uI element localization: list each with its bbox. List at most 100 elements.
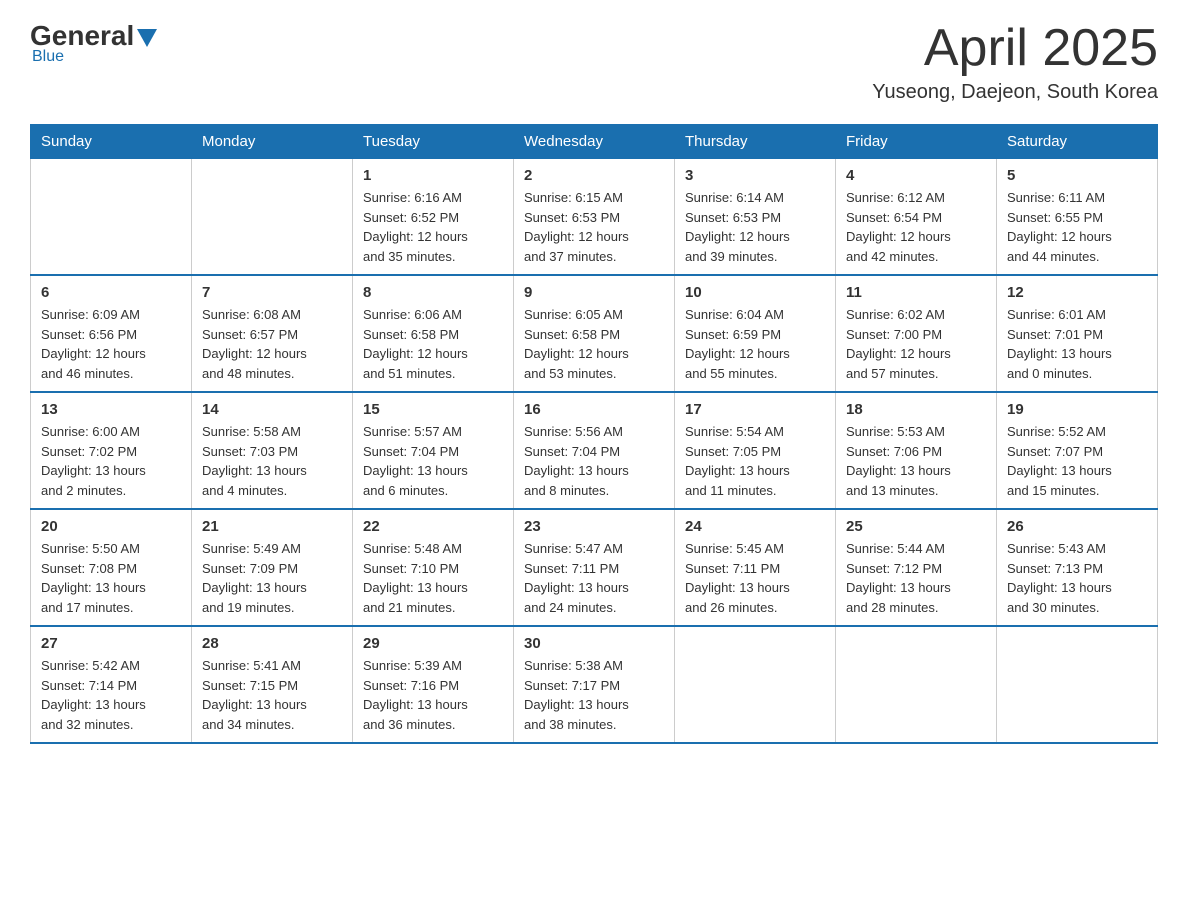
- day-number: 15: [363, 401, 503, 418]
- calendar-cell: 14 Sunrise: 5:58 AM Sunset: 7:03 PM Dayli…: [192, 392, 353, 509]
- day-number: 26: [1007, 518, 1147, 535]
- calendar-cell: 30Sunrise: 5:38 AM Sunset: 7:17 PM Dayli…: [514, 626, 675, 743]
- weekday-header-thursday: Thursday: [675, 125, 836, 159]
- day-number: 24: [685, 518, 825, 535]
- day-info: Sunrise: 5:53 AM Sunset: 7:06 PM Dayligh…: [846, 422, 986, 500]
- day-number: 3: [685, 167, 825, 184]
- calendar-table: SundayMondayTuesdayWednesdayThursdayFrid…: [30, 124, 1158, 744]
- day-info: Sunrise: 5:50 AM Sunset: 7:08 PM Dayligh…: [41, 539, 181, 617]
- calendar-cell: 24 Sunrise: 5:45 AM Sunset: 7:11 PM Dayli…: [675, 509, 836, 626]
- day-info: Sunrise: 5:58 AM Sunset: 7:03 PM Dayligh…: [202, 422, 342, 500]
- day-number: 19: [1007, 401, 1147, 418]
- calendar-cell: 23 Sunrise: 5:47 AM Sunset: 7:11 PM Dayli…: [514, 509, 675, 626]
- calendar-cell: 27 Sunrise: 5:42 AM Sunset: 7:14 PM Dayli…: [31, 626, 192, 743]
- day-info: Sunrise: 6:11 AM Sunset: 6:55 PM Dayligh…: [1007, 188, 1147, 266]
- calendar-cell: [675, 626, 836, 743]
- calendar-body: 1Sunrise: 6:16 AM Sunset: 6:52 PM Daylig…: [31, 159, 1158, 744]
- day-number: 10: [685, 284, 825, 301]
- calendar-cell: 6Sunrise: 6:09 AM Sunset: 6:56 PM Daylig…: [31, 275, 192, 392]
- weekday-header-row: SundayMondayTuesdayWednesdayThursdayFrid…: [31, 125, 1158, 159]
- calendar-cell: 19 Sunrise: 5:52 AM Sunset: 7:07 PM Dayli…: [997, 392, 1158, 509]
- day-info: Sunrise: 6:08 AM Sunset: 6:57 PM Dayligh…: [202, 305, 342, 383]
- day-number: 17: [685, 401, 825, 418]
- day-number: 14: [202, 401, 342, 418]
- weekday-header-wednesday: Wednesday: [514, 125, 675, 159]
- calendar-cell: [836, 626, 997, 743]
- logo-blue-text: Blue: [32, 48, 64, 66]
- day-number: 2: [524, 167, 664, 184]
- weekday-header-monday: Monday: [192, 125, 353, 159]
- day-info: Sunrise: 5:54 AM Sunset: 7:05 PM Dayligh…: [685, 422, 825, 500]
- day-number: 1: [363, 167, 503, 184]
- day-number: 12: [1007, 284, 1147, 301]
- calendar-cell: 12 Sunrise: 6:01 AM Sunset: 7:01 PM Dayli…: [997, 275, 1158, 392]
- weekday-header-friday: Friday: [836, 125, 997, 159]
- calendar-cell: 17 Sunrise: 5:54 AM Sunset: 7:05 PM Dayli…: [675, 392, 836, 509]
- weekday-header-tuesday: Tuesday: [353, 125, 514, 159]
- day-number: 16: [524, 401, 664, 418]
- day-info: Sunrise: 6:02 AM Sunset: 7:00 PM Dayligh…: [846, 305, 986, 383]
- day-info: Sunrise: 5:57 AM Sunset: 7:04 PM Dayligh…: [363, 422, 503, 500]
- logo-triangle-icon: [137, 29, 157, 47]
- day-number: 22: [363, 518, 503, 535]
- calendar-cell: 25 Sunrise: 5:44 AM Sunset: 7:12 PM Dayli…: [836, 509, 997, 626]
- page-header: General Blue April 2025 Yuseong, Daejeon…: [30, 20, 1158, 104]
- calendar-cell: 3 Sunrise: 6:14 AM Sunset: 6:53 PM Daylig…: [675, 159, 836, 276]
- day-info: Sunrise: 6:14 AM Sunset: 6:53 PM Dayligh…: [685, 188, 825, 266]
- day-info: Sunrise: 5:42 AM Sunset: 7:14 PM Dayligh…: [41, 656, 181, 734]
- calendar-week-row: 6Sunrise: 6:09 AM Sunset: 6:56 PM Daylig…: [31, 275, 1158, 392]
- calendar-cell: 10 Sunrise: 6:04 AM Sunset: 6:59 PM Dayli…: [675, 275, 836, 392]
- day-info: Sunrise: 5:48 AM Sunset: 7:10 PM Dayligh…: [363, 539, 503, 617]
- calendar-cell: 15 Sunrise: 5:57 AM Sunset: 7:04 PM Dayli…: [353, 392, 514, 509]
- day-info: Sunrise: 5:47 AM Sunset: 7:11 PM Dayligh…: [524, 539, 664, 617]
- day-info: Sunrise: 6:04 AM Sunset: 6:59 PM Dayligh…: [685, 305, 825, 383]
- day-number: 11: [846, 284, 986, 301]
- day-number: 25: [846, 518, 986, 535]
- calendar-cell: 1Sunrise: 6:16 AM Sunset: 6:52 PM Daylig…: [353, 159, 514, 276]
- calendar-cell: 4 Sunrise: 6:12 AM Sunset: 6:54 PM Daylig…: [836, 159, 997, 276]
- day-info: Sunrise: 5:56 AM Sunset: 7:04 PM Dayligh…: [524, 422, 664, 500]
- day-info: Sunrise: 6:01 AM Sunset: 7:01 PM Dayligh…: [1007, 305, 1147, 383]
- calendar-cell: [31, 159, 192, 276]
- day-number: 28: [202, 635, 342, 652]
- page-title: April 2025: [872, 20, 1158, 77]
- calendar-cell: 5 Sunrise: 6:11 AM Sunset: 6:55 PM Daylig…: [997, 159, 1158, 276]
- title-block: April 2025 Yuseong, Daejeon, South Korea: [872, 20, 1158, 104]
- day-number: 27: [41, 635, 181, 652]
- day-info: Sunrise: 5:45 AM Sunset: 7:11 PM Dayligh…: [685, 539, 825, 617]
- calendar-cell: 26 Sunrise: 5:43 AM Sunset: 7:13 PM Dayli…: [997, 509, 1158, 626]
- calendar-cell: 20Sunrise: 5:50 AM Sunset: 7:08 PM Dayli…: [31, 509, 192, 626]
- day-info: Sunrise: 6:15 AM Sunset: 6:53 PM Dayligh…: [524, 188, 664, 266]
- day-info: Sunrise: 5:52 AM Sunset: 7:07 PM Dayligh…: [1007, 422, 1147, 500]
- calendar-week-row: 27 Sunrise: 5:42 AM Sunset: 7:14 PM Dayli…: [31, 626, 1158, 743]
- page-subtitle: Yuseong, Daejeon, South Korea: [872, 81, 1158, 104]
- day-info: Sunrise: 5:41 AM Sunset: 7:15 PM Dayligh…: [202, 656, 342, 734]
- calendar-cell: 28 Sunrise: 5:41 AM Sunset: 7:15 PM Dayli…: [192, 626, 353, 743]
- day-info: Sunrise: 6:09 AM Sunset: 6:56 PM Dayligh…: [41, 305, 181, 383]
- weekday-header-saturday: Saturday: [997, 125, 1158, 159]
- day-info: Sunrise: 5:43 AM Sunset: 7:13 PM Dayligh…: [1007, 539, 1147, 617]
- day-number: 18: [846, 401, 986, 418]
- day-number: 8: [363, 284, 503, 301]
- day-number: 4: [846, 167, 986, 184]
- day-number: 30: [524, 635, 664, 652]
- day-number: 29: [363, 635, 503, 652]
- calendar-week-row: 1Sunrise: 6:16 AM Sunset: 6:52 PM Daylig…: [31, 159, 1158, 276]
- calendar-week-row: 13Sunrise: 6:00 AM Sunset: 7:02 PM Dayli…: [31, 392, 1158, 509]
- day-info: Sunrise: 6:06 AM Sunset: 6:58 PM Dayligh…: [363, 305, 503, 383]
- day-number: 13: [41, 401, 181, 418]
- day-number: 23: [524, 518, 664, 535]
- calendar-cell: 8 Sunrise: 6:06 AM Sunset: 6:58 PM Daylig…: [353, 275, 514, 392]
- calendar-week-row: 20Sunrise: 5:50 AM Sunset: 7:08 PM Dayli…: [31, 509, 1158, 626]
- day-info: Sunrise: 5:44 AM Sunset: 7:12 PM Dayligh…: [846, 539, 986, 617]
- day-info: Sunrise: 5:49 AM Sunset: 7:09 PM Dayligh…: [202, 539, 342, 617]
- calendar-cell: 2 Sunrise: 6:15 AM Sunset: 6:53 PM Daylig…: [514, 159, 675, 276]
- day-number: 5: [1007, 167, 1147, 184]
- calendar-cell: 13Sunrise: 6:00 AM Sunset: 7:02 PM Dayli…: [31, 392, 192, 509]
- day-info: Sunrise: 6:12 AM Sunset: 6:54 PM Dayligh…: [846, 188, 986, 266]
- calendar-header: SundayMondayTuesdayWednesdayThursdayFrid…: [31, 125, 1158, 159]
- calendar-cell: 22 Sunrise: 5:48 AM Sunset: 7:10 PM Dayli…: [353, 509, 514, 626]
- calendar-cell: 7 Sunrise: 6:08 AM Sunset: 6:57 PM Daylig…: [192, 275, 353, 392]
- calendar-cell: 9Sunrise: 6:05 AM Sunset: 6:58 PM Daylig…: [514, 275, 675, 392]
- day-number: 7: [202, 284, 342, 301]
